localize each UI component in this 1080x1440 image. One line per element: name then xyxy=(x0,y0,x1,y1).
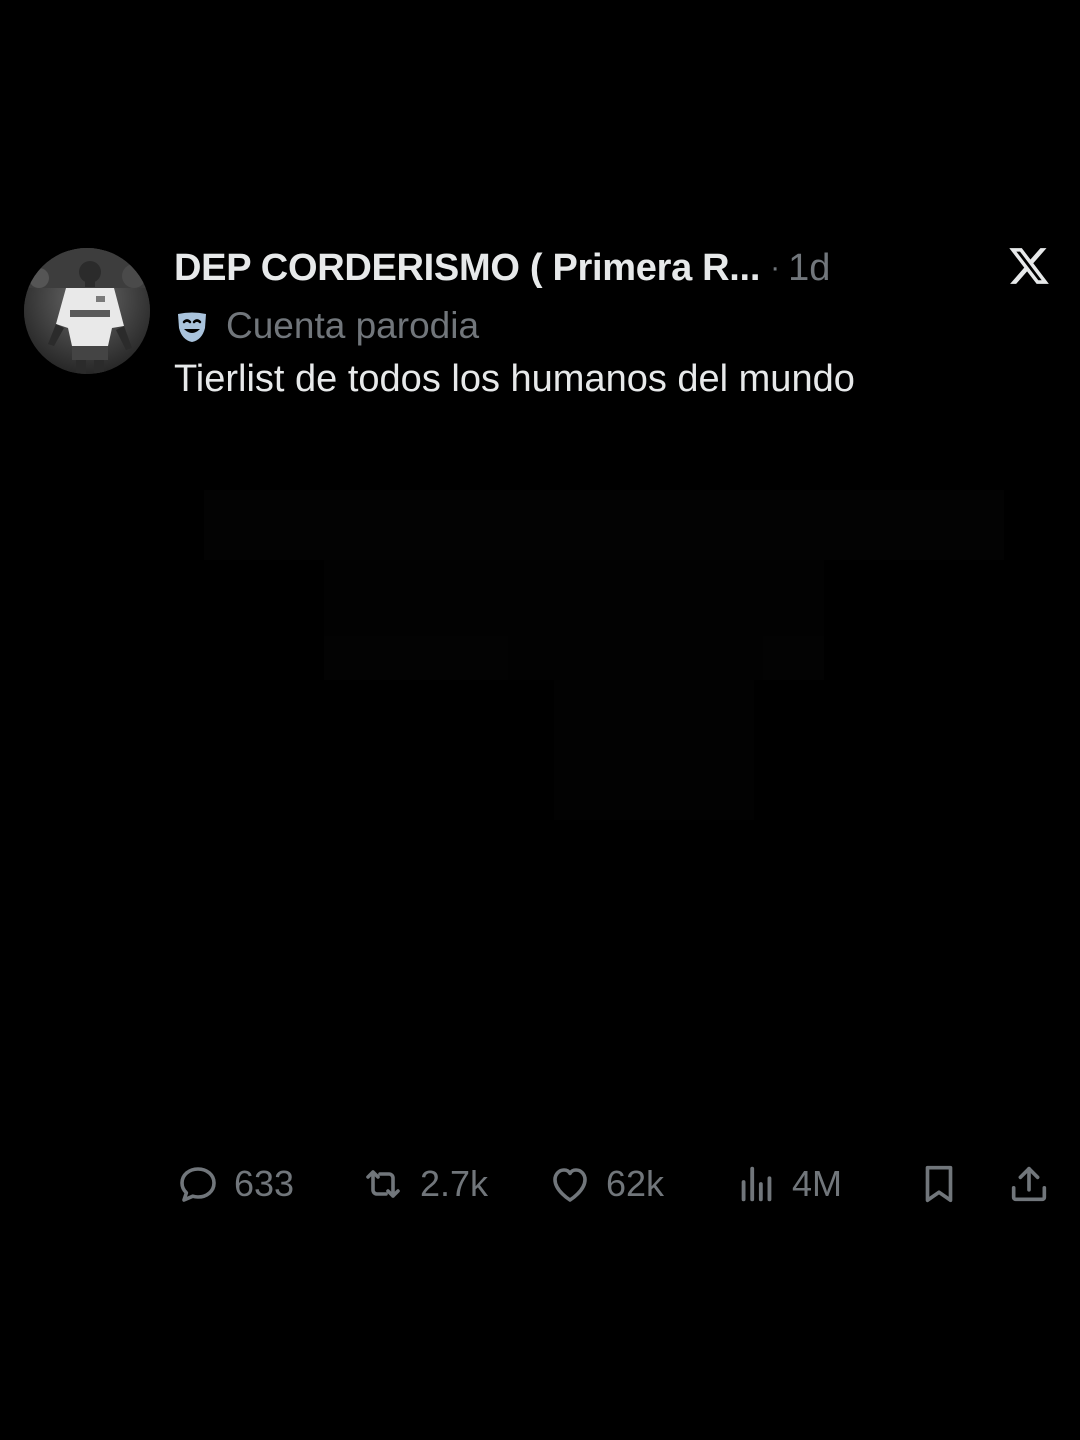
separator-dot: · xyxy=(770,251,781,284)
post-media[interactable] xyxy=(174,440,1058,1120)
repost-icon xyxy=(358,1160,408,1208)
post-action-bar: 633 2.7k 62k 4M xyxy=(174,1152,1058,1216)
post-timestamp[interactable]: 1d xyxy=(788,247,830,290)
heart-icon xyxy=(546,1160,594,1208)
share-button[interactable] xyxy=(1006,1152,1052,1216)
repost-count: 2.7k xyxy=(420,1163,489,1204)
x-logo-icon xyxy=(1006,244,1052,288)
parody-account-label: Cuenta parodia xyxy=(226,305,480,346)
theater-mask-icon xyxy=(174,308,210,344)
reply-bubble-icon xyxy=(174,1160,222,1208)
views-button[interactable]: 4M xyxy=(734,1152,842,1216)
repost-button[interactable]: 2.7k xyxy=(358,1152,488,1216)
avatar-image xyxy=(24,248,150,374)
bookmark-button[interactable] xyxy=(916,1152,962,1216)
reply-count: 633 xyxy=(234,1163,295,1204)
reply-button[interactable]: 633 xyxy=(174,1152,294,1216)
author-display-name[interactable]: DEP CORDERISMO ( Primera R... xyxy=(174,247,760,290)
post-header: DEP CORDERISMO ( Primera R... · 1d xyxy=(174,240,934,296)
share-icon xyxy=(1006,1160,1052,1208)
views-chart-icon xyxy=(734,1161,780,1207)
post-card: DEP CORDERISMO ( Primera R... · 1d Cuent… xyxy=(0,0,1080,1440)
media-dark-image xyxy=(174,440,1058,1120)
like-button[interactable]: 62k xyxy=(546,1152,664,1216)
views-count: 4M xyxy=(792,1163,843,1204)
avatar[interactable] xyxy=(24,248,150,374)
post-text: Tierlist de todos los humanos del mundo xyxy=(174,358,855,400)
like-count: 62k xyxy=(606,1163,665,1204)
parody-label-row: Cuenta parodia xyxy=(174,302,479,350)
bookmark-icon xyxy=(916,1160,962,1208)
